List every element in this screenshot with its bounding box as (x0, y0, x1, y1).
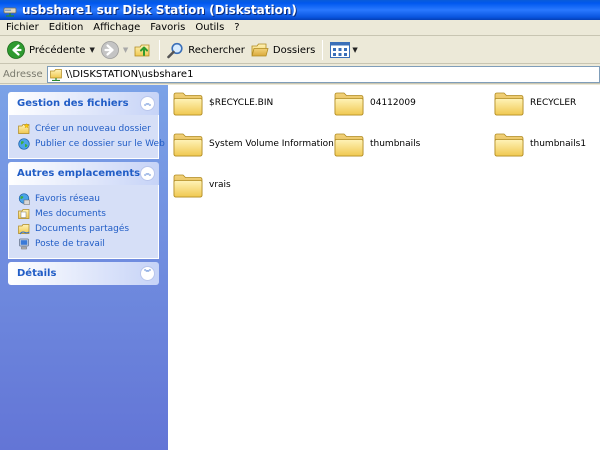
folder-item[interactable]: 04112009 (334, 89, 416, 117)
folder-item[interactable]: RECYCLER (494, 89, 576, 117)
folder-icon (173, 174, 203, 198)
folder-icon (334, 133, 364, 157)
details-header[interactable]: Détails ︾ (8, 262, 159, 285)
file-tasks-panel: Gestion des fichiers ︽ Créer un nouveau … (8, 92, 165, 159)
network-share-icon (49, 68, 62, 81)
folders-icon (251, 43, 269, 57)
folder-name: $RECYCLE.BIN (209, 98, 274, 108)
other-places-header[interactable]: Autres emplacements ︽ (8, 162, 159, 185)
menu-favoris[interactable]: Favoris (145, 22, 190, 33)
menu-help[interactable]: ? (229, 22, 244, 33)
file-tasks-title: Gestion des fichiers (17, 98, 129, 109)
details-title: Détails (17, 268, 57, 279)
search-label: Rechercher (188, 44, 245, 56)
network-drive-icon (3, 7, 17, 17)
address-bar: Adresse \\DISKSTATION\usbshare1 (0, 65, 600, 84)
file-tasks-body: Créer un nouveau dossier Publier ce doss… (8, 115, 165, 159)
file-tasks-header[interactable]: Gestion des fichiers ︽ (8, 92, 159, 115)
search-button[interactable]: Rechercher (164, 39, 248, 61)
folder-up-icon (134, 44, 150, 57)
folder-icon (334, 92, 364, 116)
folder-item[interactable]: $RECYCLE.BIN (173, 89, 273, 117)
task-label: Publier ce dossier sur le Web (35, 138, 165, 149)
folder-name: vrais (209, 180, 231, 190)
back-arrow-icon (7, 41, 25, 59)
address-input[interactable]: \\DISKSTATION\usbshare1 (46, 65, 600, 83)
collapse-icon[interactable]: ︽ (140, 96, 155, 111)
views-icon (330, 42, 351, 58)
toolbar: Précédente ▼ ▼ Rechercher Dossiers ▼ (0, 37, 600, 64)
place-label: Mes documents (35, 208, 106, 219)
folder-icon (173, 133, 203, 157)
task-label: Créer un nouveau dossier (35, 123, 151, 134)
place-shared-documents[interactable]: Documents partagés (18, 221, 158, 236)
place-label: Poste de travail (35, 238, 105, 249)
details-panel: Détails ︾ (8, 262, 159, 285)
toolbar-separator (159, 40, 161, 60)
place-network[interactable]: Favoris réseau (18, 191, 158, 206)
back-button[interactable]: Précédente ▼ (4, 39, 98, 61)
back-label: Précédente (29, 44, 86, 56)
folder-name: RECYCLER (530, 98, 577, 108)
folder-item[interactable]: thumbnails (334, 130, 420, 158)
network-places-icon (18, 192, 30, 205)
menu-edition[interactable]: Edition (44, 22, 89, 33)
collapse-icon[interactable]: ︽ (140, 166, 155, 181)
forward-dropdown-icon[interactable]: ▼ (123, 46, 128, 54)
place-label: Documents partagés (35, 223, 130, 234)
other-places-panel: Autres emplacements ︽ Favoris réseau Mes… (8, 162, 159, 259)
new-folder-icon (18, 122, 30, 134)
menu-outils[interactable]: Outils (190, 22, 229, 33)
folder-view[interactable]: $RECYCLE.BIN 04112009 RECYCLER System Vo… (168, 85, 600, 450)
expand-icon[interactable]: ︾ (140, 266, 155, 281)
other-places-body: Favoris réseau Mes documents Documents p… (8, 185, 159, 259)
task-new-folder[interactable]: Créer un nouveau dossier (18, 121, 158, 136)
toolbar-separator (322, 40, 324, 60)
address-label: Adresse (3, 68, 43, 80)
views-dropdown-icon[interactable]: ▼ (352, 46, 357, 54)
place-my-documents[interactable]: Mes documents (18, 206, 158, 221)
folder-icon (494, 92, 524, 116)
folder-item[interactable]: vrais (173, 171, 231, 199)
shared-folder-icon (18, 223, 30, 234)
views-button[interactable]: ▼ (327, 39, 360, 61)
task-publish-web[interactable]: Publier ce dossier sur le Web (18, 136, 165, 151)
place-label: Favoris réseau (35, 193, 100, 204)
folder-name: 04112009 (370, 98, 416, 108)
folders-label: Dossiers (272, 44, 316, 56)
folder-name: thumbnails (370, 139, 421, 149)
place-my-computer[interactable]: Poste de travail (18, 236, 158, 251)
title-bar[interactable]: usbshare1 sur Disk Station (Diskstation) (0, 0, 600, 20)
task-pane: Gestion des fichiers ︽ Créer un nouveau … (0, 85, 168, 450)
other-places-title: Autres emplacements (17, 168, 141, 179)
folder-icon (173, 92, 203, 116)
up-folder-button[interactable] (131, 39, 155, 61)
folder-name: thumbnails1 (530, 139, 587, 149)
globe-icon (18, 137, 30, 150)
search-icon (167, 42, 183, 58)
menu-bar: Fichier Edition Affichage Favoris Outils… (0, 20, 600, 36)
menu-affichage[interactable]: Affichage (88, 22, 145, 33)
window-title: usbshare1 sur Disk Station (Diskstation) (22, 3, 297, 17)
forward-button[interactable]: ▼ (98, 39, 131, 61)
documents-folder-icon (18, 208, 30, 219)
forward-arrow-icon (100, 41, 119, 59)
folder-item[interactable]: System Volume Information (173, 130, 334, 158)
back-dropdown-icon[interactable]: ▼ (89, 46, 94, 54)
folder-item[interactable]: thumbnails1 (494, 130, 586, 158)
address-value: \\DISKSTATION\usbshare1 (65, 68, 194, 80)
menu-fichier[interactable]: Fichier (1, 22, 44, 33)
folder-name: System Volume Information (209, 139, 334, 149)
computer-icon (19, 238, 29, 249)
folders-button[interactable]: Dossiers (248, 39, 319, 61)
folder-icon (494, 133, 524, 157)
